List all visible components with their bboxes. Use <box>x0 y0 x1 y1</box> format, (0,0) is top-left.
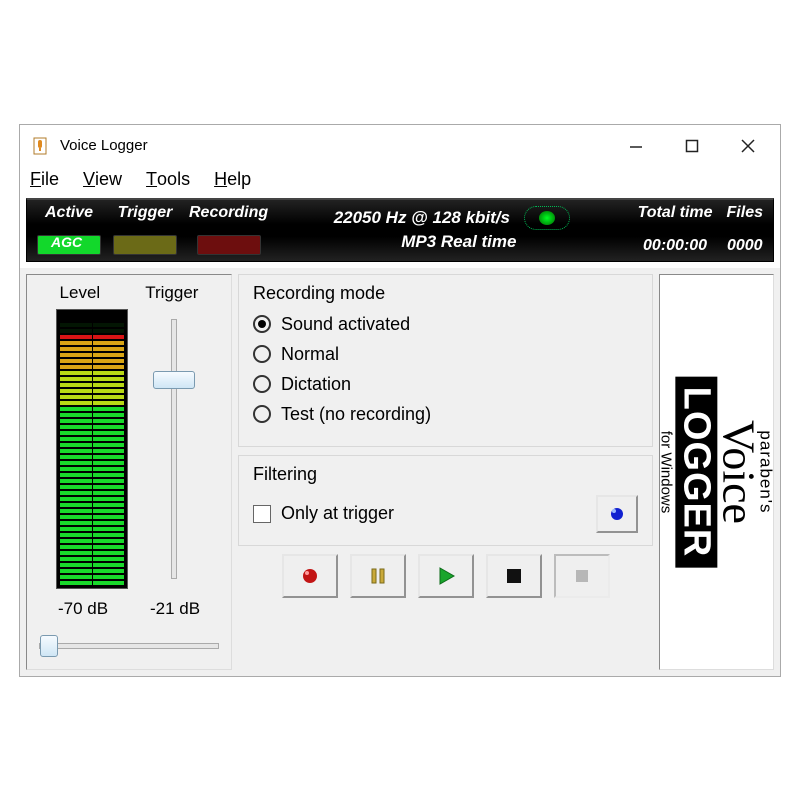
radio-icon <box>253 405 271 423</box>
menu-tools[interactable]: Tools <box>146 169 190 190</box>
levels-panel: Level Trigger -70 dB -21 dB <box>26 274 232 670</box>
brand-for-windows: for Windows <box>659 430 674 513</box>
maximize-button[interactable] <box>664 127 720 165</box>
menu-help[interactable]: Help <box>214 169 251 190</box>
status-totaltime-label: Total time <box>638 204 713 222</box>
status-format-line2: MP3 Real time <box>401 232 516 252</box>
recording-mode-option[interactable]: Dictation <box>253 374 638 395</box>
recording-mode-group: Recording mode Sound activated Normal Dict… <box>238 274 653 447</box>
menu-file[interactable]: File <box>30 169 59 190</box>
bottom-slider[interactable] <box>37 633 221 659</box>
only-at-trigger-label: Only at trigger <box>281 503 394 524</box>
filtering-group: Filtering Only at trigger <box>238 455 653 546</box>
menubar: File View Tools Help <box>20 167 780 196</box>
status-files-value: 0000 <box>727 237 763 255</box>
radio-icon <box>253 375 271 393</box>
play-button[interactable] <box>418 554 474 598</box>
app-window: Voice Logger File View Tools Help Active… <box>19 124 781 677</box>
recording-mode-option-label: Sound activated <box>281 314 410 335</box>
status-active-label: Active <box>45 204 93 222</box>
app-icon <box>30 136 50 156</box>
level-meter <box>56 309 128 589</box>
recording-mode-option[interactable]: Sound activated <box>253 314 638 335</box>
status-indicator-icon <box>524 206 570 230</box>
filtering-title: Filtering <box>253 464 638 485</box>
stop-button[interactable] <box>486 554 542 598</box>
status-recording-lamp <box>197 235 261 255</box>
brand-voice: Voice <box>716 420 762 524</box>
level-header: Level <box>60 283 101 303</box>
pause-button[interactable] <box>350 554 406 598</box>
only-at-trigger-checkbox[interactable]: Only at trigger <box>253 503 394 524</box>
menu-view[interactable]: View <box>83 169 122 190</box>
trigger-header: Trigger <box>145 283 198 303</box>
transport-bar <box>238 554 653 598</box>
radio-icon <box>253 345 271 363</box>
recording-mode-option[interactable]: Test (no recording) <box>253 404 638 425</box>
window-title: Voice Logger <box>60 137 148 154</box>
trigger-db-value: -21 dB <box>150 599 200 619</box>
trigger-slider[interactable] <box>146 309 202 589</box>
status-format-line1: 22050 Hz @ 128 kbit/s <box>334 208 510 228</box>
recording-mode-option-label: Test (no recording) <box>281 404 431 425</box>
status-trigger-label: Trigger <box>118 204 173 222</box>
close-button[interactable] <box>720 127 776 165</box>
status-recording-label: Recording <box>189 204 268 222</box>
recording-mode-option[interactable]: Normal <box>253 344 638 365</box>
record-button[interactable] <box>282 554 338 598</box>
brand-panel: paraben's Voice LOGGER for Windows <box>659 274 774 670</box>
titlebar[interactable]: Voice Logger <box>20 125 780 167</box>
status-strip: Active AGC Trigger Recording 22050 Hz @ … <box>26 198 774 262</box>
level-db-value: -70 dB <box>58 599 108 619</box>
filter-settings-button[interactable] <box>596 495 638 533</box>
status-files-label: Files <box>727 204 763 222</box>
status-totaltime-value: 00:00:00 <box>643 237 707 255</box>
recording-mode-title: Recording mode <box>253 283 638 304</box>
recording-mode-option-label: Dictation <box>281 374 351 395</box>
brand-logger: LOGGER <box>676 376 718 567</box>
radio-icon <box>253 315 271 333</box>
recording-mode-option-label: Normal <box>281 344 339 365</box>
minimize-button[interactable] <box>608 127 664 165</box>
status-trigger-lamp <box>113 235 177 255</box>
eject-button[interactable] <box>554 554 610 598</box>
agc-label: AGC <box>51 234 82 250</box>
